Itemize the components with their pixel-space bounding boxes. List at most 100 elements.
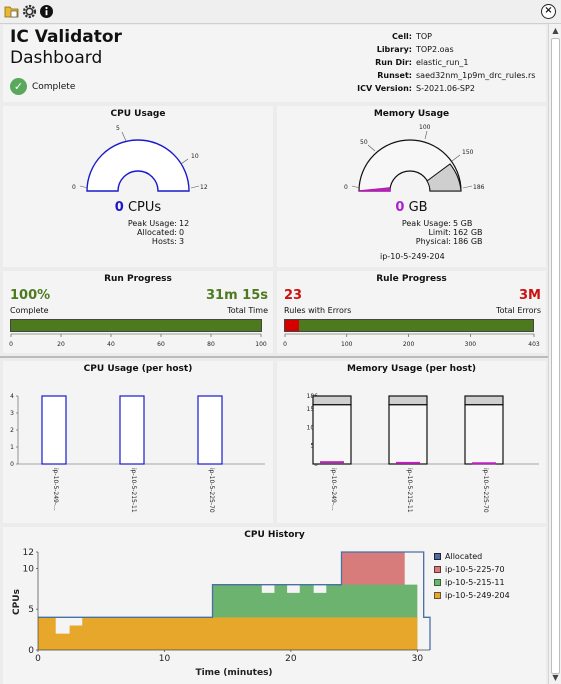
x-tick-label: 20 <box>285 654 297 664</box>
mem-host-physical-bar <box>464 395 504 406</box>
cpu-history-panel: CPU History 0 5 10 12 0 10 20 30 Time (minutes) C… <box>3 527 546 684</box>
mem-tick-186: 186 <box>473 184 485 191</box>
cpu-usage-panel: CPU Usage 0 5 10 12 0 CPUs Peak Usage: 12… <box>3 106 273 267</box>
rule-progress-axis: 0 100 200 300 403 <box>283 333 540 348</box>
run-progress-panel: Run Progress 100% Complete 31m 15s Total… <box>3 271 273 353</box>
section-divider[interactable] <box>0 356 548 358</box>
axis-tick-label: 100 <box>341 341 353 348</box>
page-title: Dashboard <box>10 48 103 68</box>
rule-progress-title: Rule Progress <box>376 274 447 284</box>
cpu-tick-10: 10 <box>191 153 199 160</box>
rule-progress-panel: Rule Progress 23 Rules with Errors 3M To… <box>277 271 546 353</box>
x-tick-label: ip-10-5-215-11 <box>130 468 137 513</box>
memory-usage-panel: Memory Usage 0 50 100 150 186 0 GB Peak … <box>277 106 546 267</box>
toolbar: × <box>0 0 561 24</box>
mem-host-used-bar <box>472 462 496 465</box>
rule-errors-caption: Rules with Errors <box>284 306 352 315</box>
memory-host-label: ip-10-5-249-204 <box>380 252 445 261</box>
mem-host-used-bar <box>320 461 344 464</box>
axis-tick-label: 20 <box>57 341 65 348</box>
axis-tick-label: 200 <box>403 341 415 348</box>
run-percent-caption: Complete <box>10 306 49 315</box>
y-tick-label: 10 <box>23 564 35 574</box>
memory-value: 0 GB <box>395 200 428 215</box>
x-tick-label: ip-10-5-215-11 <box>406 468 413 513</box>
cpu-value: 0 CPUs <box>114 200 162 215</box>
y-tick-label: 3 <box>10 410 14 417</box>
run-time: 31m 15s <box>206 288 268 303</box>
memory-details: Peak Usage: 5 GB Limit: 162 GB Physical: 18… <box>401 219 483 246</box>
x-axis-label: Time (minutes) <box>195 668 272 678</box>
mem-host-physical-bar <box>312 395 352 406</box>
x-tick-label: 30 <box>412 654 424 664</box>
mem-tick-0: 0 <box>344 184 348 191</box>
x-tick-label: 0 <box>35 654 41 664</box>
axis-tick-label: 100 <box>255 341 267 348</box>
legend-item-allocated[interactable]: Allocated <box>434 550 510 563</box>
mem-host-used-bar <box>396 461 420 464</box>
run-info: Cell: TOP Library: TOP2.oas Run Dir: elasti… <box>317 30 536 95</box>
y-tick-label: 0 <box>10 461 14 468</box>
x-tick-label: ip-10-5-249-... <box>52 468 59 511</box>
axis-tick-label: 403 <box>528 341 540 348</box>
rule-error-fill <box>285 320 300 331</box>
legend-swatch-icon <box>434 579 441 586</box>
gear-icon[interactable] <box>21 3 38 20</box>
cpu-tick-0: 0 <box>72 184 76 191</box>
cpu-per-host-panel: CPU Usage (per host) 0 1 2 3 4 ip-10-5-249-..… <box>3 361 273 523</box>
cpu-host-bar <box>119 395 145 465</box>
x-tick-label: ip-10-5-225-70 <box>482 468 489 513</box>
y-tick-label: 12 <box>23 548 34 558</box>
mem-tick-50: 50 <box>360 139 368 146</box>
check-icon: ✓ <box>10 78 27 95</box>
legend-item-host-215-11[interactable]: ip-10-5-215-11 <box>434 576 510 589</box>
y-tick-label: 0 <box>28 646 34 656</box>
y-tick-label: 4 <box>10 393 14 400</box>
axis-tick-label: 0 <box>283 341 287 348</box>
cpu-tick-12: 12 <box>200 184 208 191</box>
cpu-per-host-chart: 0 1 2 3 4 ip-10-5-249-... ip-10-5-215-11 ip-10-… <box>10 393 265 513</box>
y-axis-label: CPUs <box>12 589 22 615</box>
scroll-up-icon[interactable]: ▲ <box>551 26 560 35</box>
status-indicator: ✓ Complete <box>10 78 75 95</box>
cpu-tick-5: 5 <box>116 125 120 132</box>
mem-tick-100: 100 <box>419 124 431 131</box>
info-row-runset: Runset: saed32nm_1p9m_drc_rules.rs <box>377 71 536 80</box>
memory-per-host-panel: Memory Usage (per host) 050100150186ip-1… <box>277 361 546 523</box>
info-row-library: Library: TOP2.oas <box>376 45 454 54</box>
scroll-thumb[interactable] <box>551 38 560 674</box>
run-time-caption: Total Time <box>227 306 268 315</box>
legend-item-host-225-70[interactable]: ip-10-5-225-70 <box>434 563 510 576</box>
header-panel: IC Validator Dashboard ✓ Complete Cell: T… <box>3 25 546 102</box>
run-progress-axis: 0 20 40 60 80 100 <box>9 333 267 348</box>
legend-item-host-249-204[interactable]: ip-10-5-249-204 <box>434 589 510 602</box>
axis-tick-label: 80 <box>207 341 215 348</box>
run-progress-title: Run Progress <box>104 274 172 284</box>
mem-host-limit-bar <box>312 404 352 465</box>
scroll-down-icon[interactable]: ▼ <box>551 673 560 682</box>
legend-swatch-icon <box>434 592 441 599</box>
cpu-details: Peak Usage: 12 Allocated: 0 Hosts: 3 <box>127 219 190 246</box>
mem-tick-150: 150 <box>462 149 474 156</box>
legend-swatch-icon <box>434 553 441 560</box>
memory-per-host-chart: 050100150186ip-10-5-249-...ip-10-5-215-1… <box>307 393 539 513</box>
y-tick-label: 1 <box>10 444 14 451</box>
folder-icon[interactable] <box>3 3 20 20</box>
vertical-scrollbar[interactable]: ▲ ▼ <box>548 24 561 684</box>
close-icon[interactable]: × <box>541 4 556 19</box>
y-tick-label: 5 <box>28 605 34 615</box>
rule-total: 3M <box>519 288 541 303</box>
status-label: Complete <box>32 81 76 92</box>
cpu-host-bar <box>197 395 223 465</box>
run-progress-bar <box>10 319 262 332</box>
app-title: IC Validator <box>10 27 122 47</box>
y-tick-label: 2 <box>10 427 14 434</box>
mem-host-limit-bar <box>388 404 428 465</box>
mem-host-physical-bar <box>388 395 428 406</box>
axis-tick-label: 40 <box>107 341 115 348</box>
info-row-icv-version: ICV Version: S-2021.06-SP2 <box>357 84 475 93</box>
legend-swatch-icon <box>434 566 441 573</box>
info-icon[interactable] <box>38 3 55 20</box>
info-row-run-dir: Run Dir: elastic_run_1 <box>375 58 469 67</box>
x-tick-label: ip-10-5-225-70 <box>208 468 215 513</box>
